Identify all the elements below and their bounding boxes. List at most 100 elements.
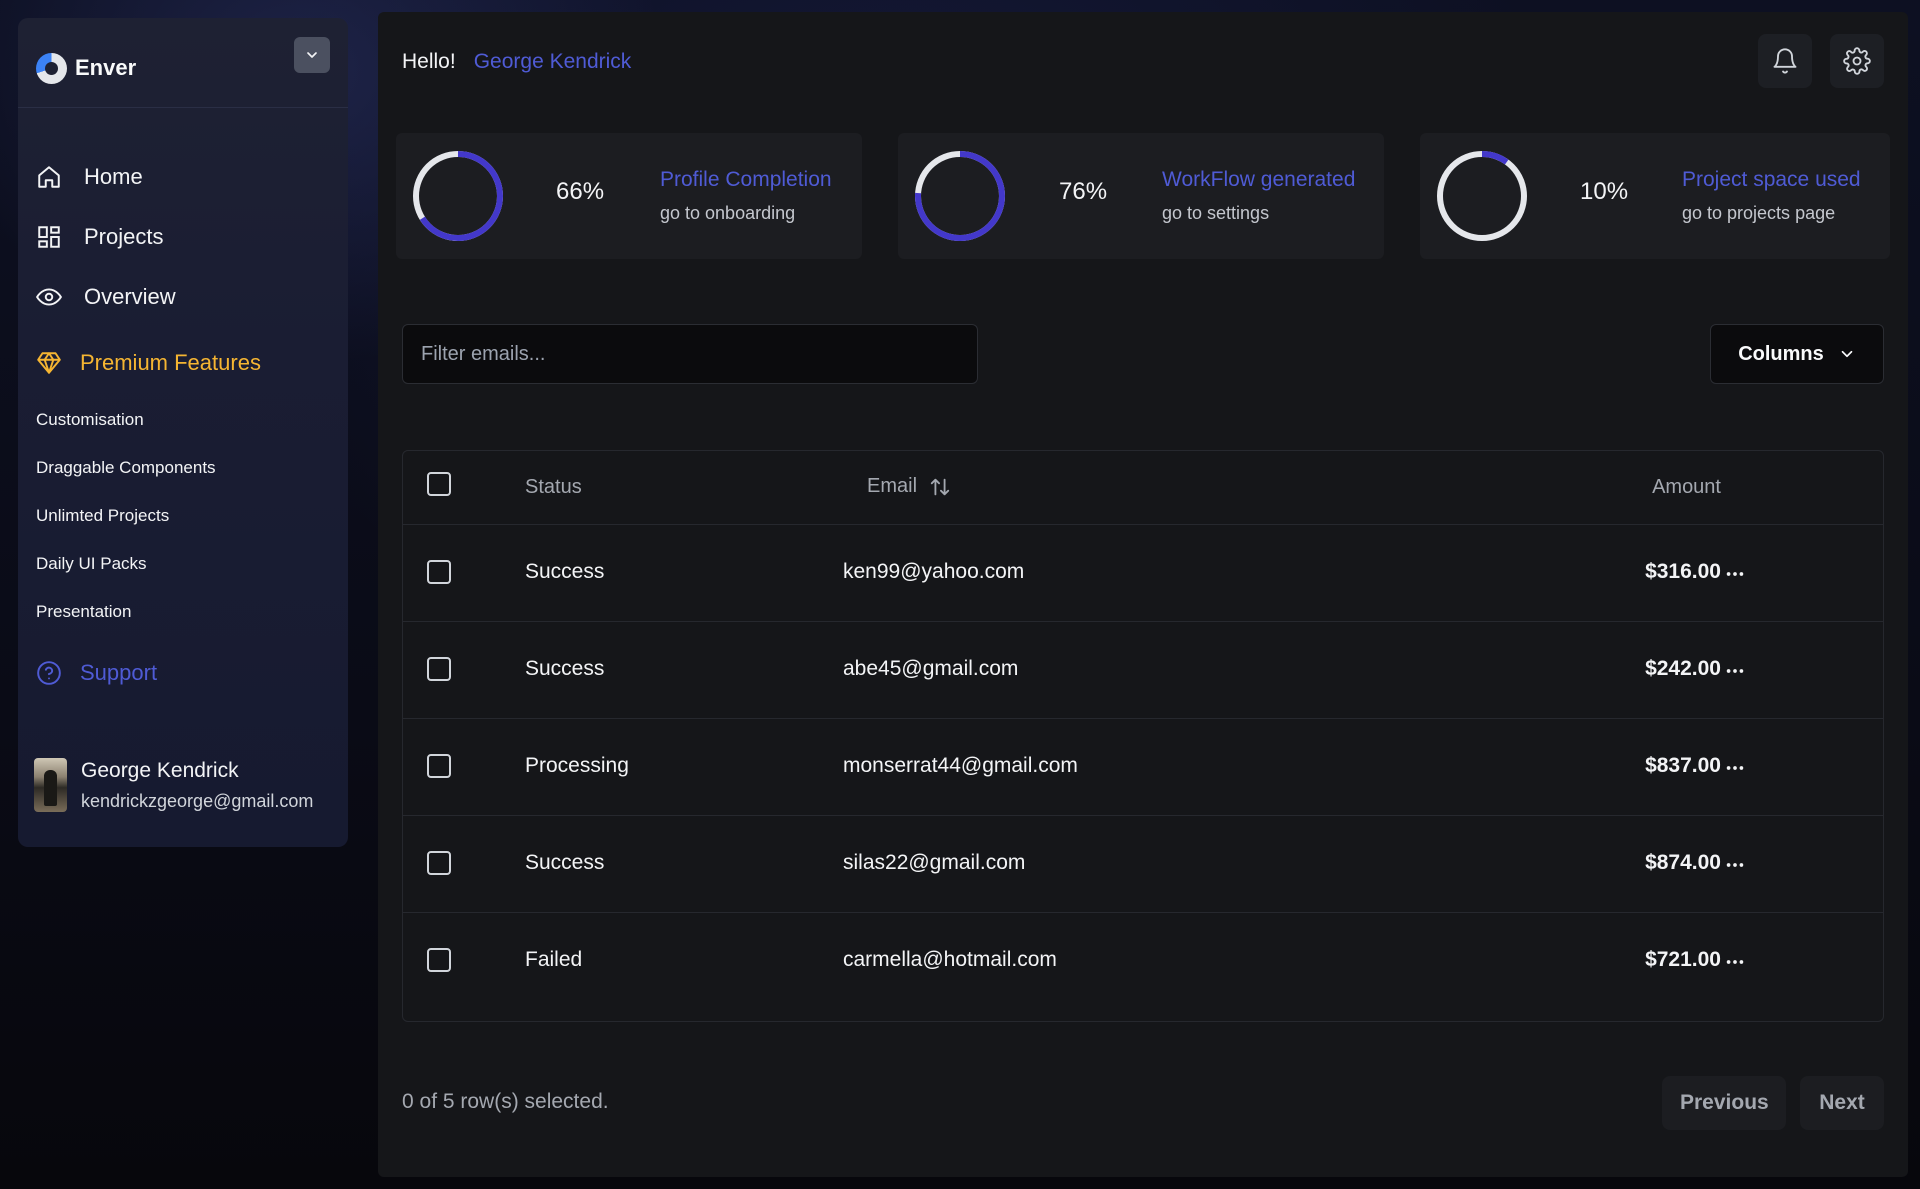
sidebar-item-label: Home (84, 164, 143, 189)
columns-button[interactable]: Columns (1710, 324, 1884, 384)
email-cell: abe45@gmail.com (843, 657, 1019, 680)
stat-subtitle-link[interactable]: go to projects page (1682, 203, 1835, 224)
avatar (34, 758, 67, 812)
row-checkbox[interactable] (427, 851, 451, 875)
stat-percent: 66% (556, 178, 605, 205)
grid-icon (38, 226, 60, 248)
premium-item-customisation[interactable]: Customisation (36, 410, 144, 430)
table-row: Failed carmella@hotmail.com $721.00 (403, 913, 1883, 1010)
progress-ring (1437, 151, 1527, 241)
amount-cell: $242.00 (1645, 657, 1721, 680)
column-header-status: Status (525, 476, 582, 498)
sidebar-divider (18, 107, 348, 108)
status-cell: Failed (525, 948, 583, 971)
row-checkbox[interactable] (427, 657, 451, 681)
sidebar: Enver Home Projects Overview Premium Fea… (18, 18, 348, 847)
table-row: Success ken99@yahoo.com $316.00 (403, 525, 1883, 622)
amount-cell: $874.00 (1645, 851, 1721, 874)
column-header-amount: Amount (1652, 476, 1721, 498)
premium-item-daily-ui-packs[interactable]: Daily UI Packs (36, 554, 147, 574)
row-actions-button[interactable] (1713, 947, 1757, 977)
more-horizontal-icon (1726, 669, 1744, 673)
row-checkbox[interactable] (427, 948, 451, 972)
filter-emails-input[interactable] (402, 324, 978, 384)
row-checkbox[interactable] (427, 754, 451, 778)
email-cell: ken99@yahoo.com (843, 560, 1025, 583)
columns-label: Columns (1738, 342, 1824, 365)
stat-percent: 76% (1059, 178, 1108, 205)
stat-title[interactable]: Profile Completion (660, 168, 832, 192)
status-cell: Success (525, 851, 605, 874)
stat-title[interactable]: Project space used (1682, 168, 1861, 192)
table-header-row: Status Email Amount (403, 451, 1883, 525)
table-row: Success silas22@gmail.com $874.00 (403, 816, 1883, 913)
premium-item-draggable-components[interactable]: Draggable Components (36, 458, 216, 478)
sidebar-item-premium-features[interactable]: Premium Features (36, 350, 261, 376)
brand-name: Enver (75, 55, 137, 80)
user-profile-card[interactable]: George Kendrick kendrickzgeorge@gmail.co… (34, 758, 313, 812)
main-panel: Hello! George Kendrick 66% Profile Compl… (378, 12, 1908, 1177)
rows-selected-text: 0 of 5 row(s) selected. (402, 1090, 609, 1113)
more-horizontal-icon (1726, 766, 1744, 770)
premium-item-unlimited-projects[interactable]: Unlimted Projects (36, 506, 169, 526)
notifications-button[interactable] (1758, 34, 1812, 88)
user-email: kendrickzgeorge@gmail.com (81, 790, 314, 811)
row-actions-button[interactable] (1713, 656, 1757, 686)
column-header-email: Email (867, 475, 918, 497)
more-horizontal-icon (1726, 572, 1744, 576)
email-cell: monserrat44@gmail.com (843, 754, 1078, 777)
workspace-dropdown-button[interactable] (294, 37, 330, 73)
brand[interactable]: Enver (36, 35, 136, 101)
greeting-user-name[interactable]: George Kendrick (474, 50, 632, 74)
home-icon (38, 166, 60, 188)
support-label: Support (80, 660, 158, 685)
settings-button[interactable] (1830, 34, 1884, 88)
sidebar-item-overview[interactable]: Overview (36, 284, 176, 310)
table-row: Success abe45@gmail.com $242.00 (403, 622, 1883, 719)
row-actions-button[interactable] (1713, 753, 1757, 783)
more-horizontal-icon (1726, 960, 1744, 964)
user-info: George Kendrick kendrickzgeorge@gmail.co… (81, 759, 313, 812)
stat-subtitle-link[interactable]: go to onboarding (660, 203, 795, 224)
status-cell: Success (525, 657, 605, 680)
stat-card-profile-completion[interactable]: 66% Profile Completion go to onboarding (396, 133, 862, 259)
row-actions-button[interactable] (1713, 850, 1757, 880)
stat-card-project-space-used[interactable]: 10% Project space used go to projects pa… (1420, 133, 1890, 259)
table-row: Processing monserrat44@gmail.com $837.00 (403, 719, 1883, 816)
amount-cell: $837.00 (1645, 754, 1721, 777)
stat-percent: 10% (1580, 178, 1629, 205)
chevron-down-icon (1841, 350, 1853, 358)
sidebar-item-support[interactable]: Support (36, 660, 157, 686)
eye-icon (36, 288, 62, 306)
diamond-icon (37, 352, 61, 374)
sort-email-button[interactable]: Email (867, 475, 951, 498)
previous-page-button[interactable]: Previous (1662, 1076, 1786, 1130)
progress-ring (413, 151, 503, 241)
premium-features-label: Premium Features (80, 350, 261, 375)
row-actions-button[interactable] (1713, 559, 1757, 589)
more-horizontal-icon (1726, 863, 1744, 867)
progress-ring (915, 151, 1005, 241)
amount-cell: $721.00 (1645, 948, 1721, 971)
status-cell: Processing (525, 754, 629, 777)
stat-card-workflow-generated[interactable]: 76% WorkFlow generated go to settings (898, 133, 1384, 259)
premium-item-presentation[interactable]: Presentation (36, 602, 131, 622)
amount-cell: $316.00 (1645, 560, 1721, 583)
row-checkbox[interactable] (427, 560, 451, 584)
sidebar-item-home[interactable]: Home (36, 164, 143, 190)
sort-arrows-icon (930, 478, 950, 495)
chevron-down-icon (307, 52, 317, 58)
sidebar-item-projects[interactable]: Projects (36, 224, 163, 250)
status-cell: Success (525, 560, 605, 583)
sidebar-item-label: Overview (84, 284, 176, 309)
greeting: Hello! George Kendrick (402, 50, 631, 74)
stat-title[interactable]: WorkFlow generated (1162, 168, 1355, 192)
select-all-checkbox[interactable] (427, 472, 451, 496)
greeting-text: Hello! (402, 50, 456, 73)
email-cell: carmella@hotmail.com (843, 948, 1057, 971)
sidebar-item-label: Projects (84, 224, 164, 249)
email-cell: silas22@gmail.com (843, 851, 1026, 874)
stat-subtitle-link[interactable]: go to settings (1162, 203, 1269, 224)
next-page-button[interactable]: Next (1800, 1076, 1884, 1130)
gear-icon (1843, 47, 1871, 75)
